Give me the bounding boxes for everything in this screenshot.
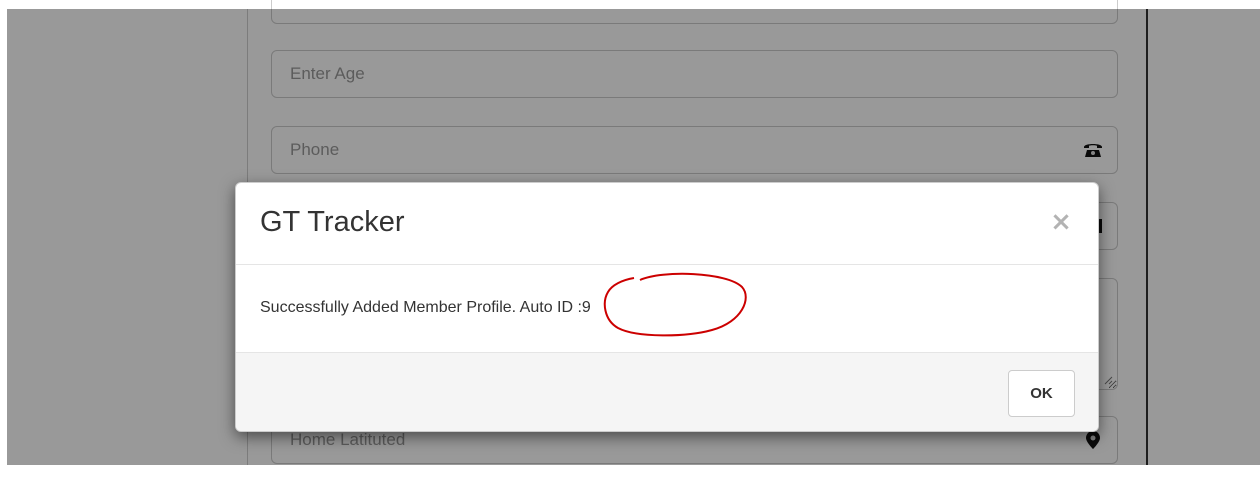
- close-icon: ×: [1050, 207, 1072, 237]
- dialog-footer: OK: [236, 352, 1098, 431]
- dialog-body: Successfully Added Member Profile. Auto …: [236, 265, 1098, 352]
- dialog-title: GT Tracker: [260, 206, 405, 238]
- dialog-message: Successfully Added Member Profile. Auto …: [260, 299, 591, 316]
- close-button[interactable]: ×: [1048, 207, 1074, 237]
- annotation-circle-mark: [603, 272, 747, 337]
- ok-button[interactable]: OK: [1008, 370, 1075, 417]
- dialog-header: GT Tracker ×: [236, 183, 1098, 265]
- success-dialog: GT Tracker × Successfully Added Member P…: [235, 182, 1099, 432]
